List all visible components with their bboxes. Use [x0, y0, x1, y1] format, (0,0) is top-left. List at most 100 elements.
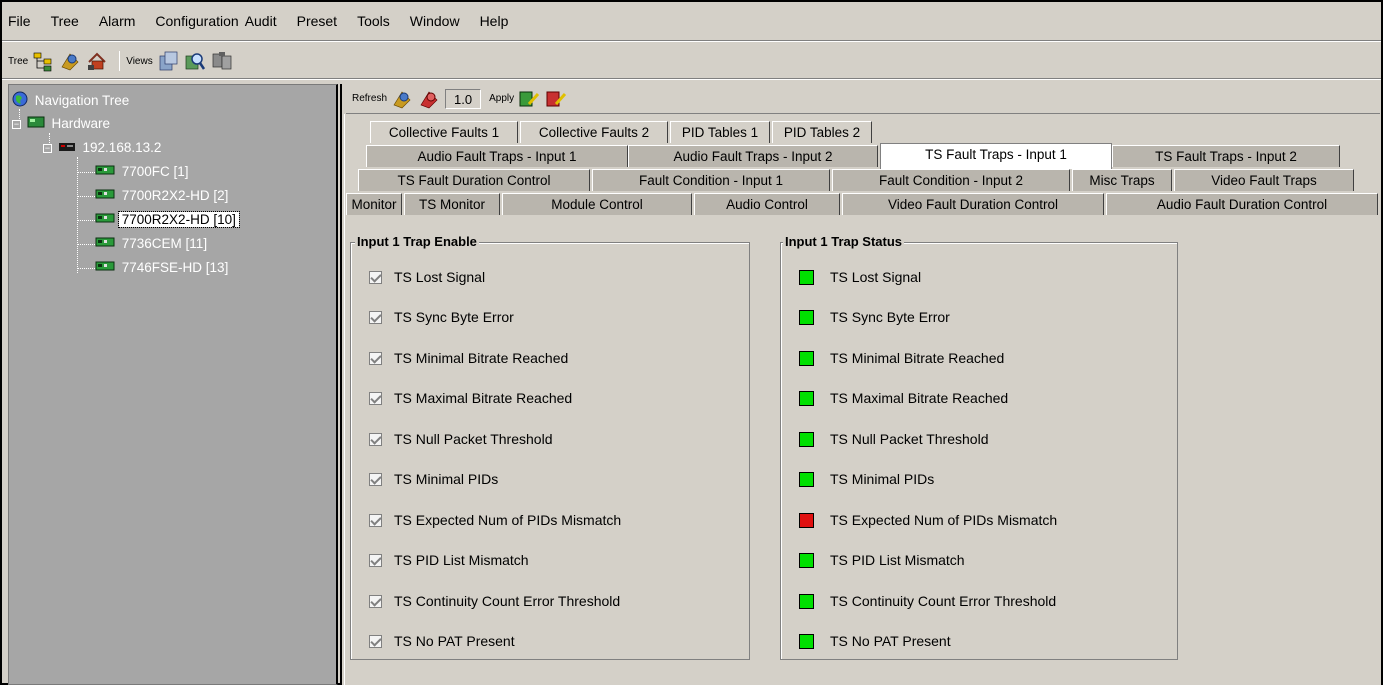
tab-ts-monitor[interactable]: TS Monitor — [404, 193, 500, 215]
trap-status-row: TS Lost Signal — [799, 267, 921, 287]
menu-tree[interactable]: Tree — [51, 13, 79, 29]
stop-refresh-icon[interactable] — [418, 88, 440, 110]
trap-status-row: TS Continuity Count Error Threshold — [799, 591, 1056, 611]
nav-card-selected[interactable]: 7700R2X2-HD [10] — [95, 211, 240, 229]
trap-enable-checkbox[interactable] — [369, 553, 382, 567]
trap-status-label: TS Expected Num of PIDs Mismatch — [830, 512, 1058, 528]
nav-card[interactable]: 7736CEM [11] — [95, 235, 210, 253]
globe-icon — [12, 91, 28, 112]
tab-video-fault-traps[interactable]: Video Fault Traps — [1174, 169, 1354, 191]
tree-config-icon[interactable] — [59, 50, 81, 72]
status-indicator — [799, 309, 814, 325]
views-copy-icon[interactable] — [211, 50, 233, 72]
trap-enable-checkbox[interactable] — [369, 351, 382, 365]
content-divider — [344, 114, 345, 685]
status-indicator — [799, 512, 814, 528]
apply-all-icon[interactable] — [545, 88, 567, 110]
tab-video-fault-duration-control[interactable]: Video Fault Duration Control — [842, 193, 1104, 215]
trap-enable-label: TS Null Packet Threshold — [394, 431, 553, 447]
menu-file[interactable]: File — [8, 13, 31, 29]
nav-hardware[interactable]: − Hardware — [12, 115, 113, 133]
trap-enable-checkbox[interactable] — [369, 513, 382, 527]
refresh-icon[interactable] — [391, 88, 413, 110]
menu-window[interactable]: Window — [410, 13, 460, 29]
trap-enable-checkbox[interactable] — [369, 432, 382, 446]
trap-enable-row: TS Continuity Count Error Threshold — [369, 591, 620, 611]
tab-ts-fault-traps-2[interactable]: TS Fault Traps - Input 2 — [1112, 145, 1340, 167]
menu-alarm[interactable]: Alarm — [99, 13, 136, 29]
nav-host[interactable]: − 192.168.13.2 — [43, 139, 164, 157]
menu-preset[interactable]: Preset — [297, 13, 337, 29]
tab-monitor[interactable]: Monitor — [346, 193, 402, 215]
trap-enable-label: TS Minimal PIDs — [394, 471, 499, 487]
trap-enable-row: TS Minimal Bitrate Reached — [369, 348, 568, 368]
tab-audio-control[interactable]: Audio Control — [694, 193, 840, 215]
trap-enable-label: TS Minimal Bitrate Reached — [394, 350, 569, 366]
apply-label: Apply — [489, 93, 515, 104]
menu-configuration[interactable]: Configuration — [155, 13, 238, 29]
tree-connector — [77, 220, 95, 221]
tree-home-icon[interactable] — [86, 50, 108, 72]
trap-enable-label: TS PID List Mismatch — [394, 552, 529, 568]
status-indicator — [799, 350, 814, 366]
trap-status-label: TS Lost Signal — [830, 269, 922, 285]
trap-enable-checkbox[interactable] — [369, 310, 382, 324]
nav-card[interactable]: 7700R2X2-HD [2] — [95, 187, 231, 205]
trap-status-label: TS No PAT Present — [830, 633, 951, 649]
tab-pid-tables-2[interactable]: PID Tables 2 — [772, 121, 872, 143]
trap-enable-checkbox[interactable] — [369, 391, 382, 405]
trap-enable-checkbox[interactable] — [369, 634, 382, 648]
trap-status-row: TS No PAT Present — [799, 631, 951, 651]
apply-icon[interactable] — [518, 88, 540, 110]
card-icon — [95, 187, 115, 205]
card-icon — [95, 163, 115, 181]
refresh-interval-field[interactable]: 1.0 — [445, 88, 482, 109]
tab-audio-fault-duration-control[interactable]: Audio Fault Duration Control — [1106, 193, 1378, 215]
tree-connector — [77, 172, 95, 173]
tab-audio-fault-traps-2[interactable]: Audio Fault Traps - Input 2 — [628, 145, 878, 167]
tab-pid-tables-1[interactable]: PID Tables 1 — [670, 121, 770, 143]
tab-collective-faults-2[interactable]: Collective Faults 2 — [520, 121, 668, 143]
tab-ts-fault-duration-control[interactable]: TS Fault Duration Control — [358, 169, 590, 191]
nav-card[interactable]: 7700FC [1] — [95, 163, 192, 181]
nav-card[interactable]: 7746FSE-HD [13] — [95, 259, 231, 277]
tab-audio-fault-traps-1[interactable]: Audio Fault Traps - Input 1 — [366, 145, 628, 167]
trap-enable-checkbox[interactable] — [369, 270, 382, 284]
collapse-icon[interactable]: − — [12, 120, 21, 129]
trap-status-row: TS Maximal Bitrate Reached — [799, 388, 1008, 408]
main-toolbar: Tree Views — [2, 44, 1381, 78]
card-icon — [95, 211, 115, 229]
toolbar-separator — [119, 51, 121, 71]
menu-help[interactable]: Help — [480, 13, 509, 29]
status-indicator — [799, 593, 814, 609]
views-search-icon[interactable] — [184, 50, 206, 72]
trap-enable-row: TS Maximal Bitrate Reached — [369, 388, 572, 408]
collapse-icon[interactable]: − — [43, 144, 52, 153]
tab-fault-condition-2[interactable]: Fault Condition - Input 2 — [832, 169, 1070, 191]
tab-misc-traps[interactable]: Misc Traps — [1072, 169, 1172, 191]
trap-status-label: TS Maximal Bitrate Reached — [830, 390, 1009, 406]
trap-status-row: TS Sync Byte Error — [799, 307, 950, 327]
tab-fault-condition-1[interactable]: Fault Condition - Input 1 — [592, 169, 830, 191]
trap-status-label: TS Null Packet Threshold — [830, 431, 989, 447]
views-doc-icon[interactable] — [157, 50, 179, 72]
tab-collective-faults-1[interactable]: Collective Faults 1 — [370, 121, 518, 143]
trap-enable-checkbox[interactable] — [369, 472, 382, 486]
navigation-tree: Navigation Tree − Hardware − 192.168.13.… — [8, 84, 338, 685]
tree-connector — [77, 196, 95, 197]
trap-status-label: TS PID List Mismatch — [830, 552, 965, 568]
trap-status-label: TS Minimal PIDs — [830, 471, 935, 487]
tree-structure-icon[interactable] — [32, 50, 54, 72]
content-panel: Refresh 1.0 Apply Collective Faults 1 Co… — [340, 84, 1381, 685]
trap-enable-label: TS Continuity Count Error Threshold — [394, 593, 621, 609]
menu-tools[interactable]: Tools — [357, 13, 390, 29]
menu-audit[interactable]: Audit — [245, 13, 277, 29]
trap-status-row: TS Minimal Bitrate Reached — [799, 348, 1004, 368]
trap-status-row: TS Minimal PIDs — [799, 469, 934, 489]
status-indicator — [799, 471, 814, 487]
trap-enable-checkbox[interactable] — [369, 594, 382, 608]
tab-module-control[interactable]: Module Control — [502, 193, 692, 215]
tab-ts-fault-traps-1[interactable]: TS Fault Traps - Input 1 — [880, 143, 1112, 169]
menu-bar: File Tree Alarm Configuration Audit Pres… — [2, 2, 1381, 40]
nav-root[interactable]: Navigation Tree — [12, 91, 132, 109]
